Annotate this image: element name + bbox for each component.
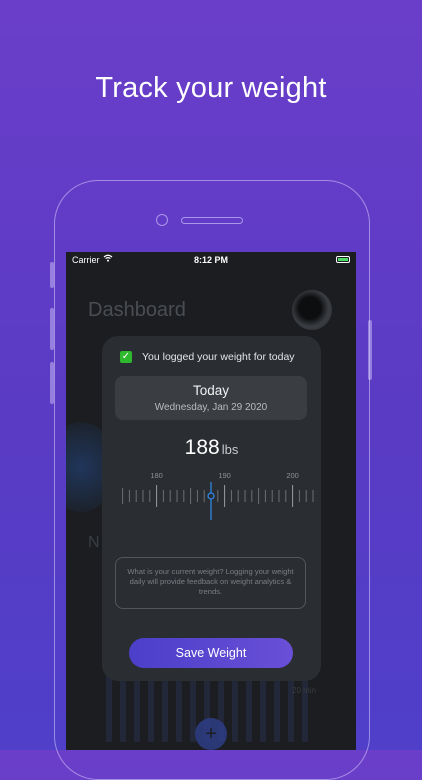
- weight-unit: lbs: [221, 442, 239, 457]
- background-minutes: 20 min: [292, 686, 317, 695]
- ruler-handle[interactable]: [207, 492, 215, 500]
- front-camera: [156, 214, 168, 226]
- mute-switch: [50, 262, 54, 288]
- avatar: [292, 290, 332, 330]
- background-section-letter: N: [88, 534, 100, 551]
- checkmark-icon: ✓: [120, 351, 132, 363]
- confirmation-text: You logged your weight for today: [142, 351, 295, 363]
- save-weight-button[interactable]: Save Weight: [129, 638, 293, 668]
- ruler-label: 180: [150, 471, 163, 480]
- clock: 8:12 PM: [193, 255, 228, 265]
- phone-screen: Carrier 8:12 PM Dashboard N 20 min + ✓ Y…: [66, 252, 356, 750]
- weight-ruler-slider[interactable]: 180 190 200: [102, 458, 321, 528]
- weight-display: 188 lbs: [102, 436, 321, 460]
- battery-icon: [336, 256, 350, 263]
- confirmation-row: ✓ You logged your weight for today: [120, 350, 295, 364]
- headline: Track your weight: [95, 72, 327, 104]
- date-card: Today Wednesday, Jan 29 2020: [115, 376, 307, 420]
- ruler-label: 190: [218, 471, 231, 480]
- status-bar: Carrier 8:12 PM: [66, 252, 356, 268]
- date-subtitle: Wednesday, Jan 29 2020: [154, 402, 268, 413]
- weight-value: 188: [184, 436, 220, 459]
- add-button[interactable]: +: [195, 718, 227, 750]
- volume-down-button: [50, 362, 54, 404]
- power-button: [368, 320, 372, 380]
- date-title: Today: [192, 383, 230, 398]
- volume-up-button: [50, 308, 54, 350]
- ruler-label: 200: [286, 471, 299, 480]
- dashboard-title: Dashboard: [88, 299, 186, 321]
- earpiece-speaker: [181, 217, 243, 224]
- weight-hint: What is your current weight? Logging you…: [115, 557, 306, 609]
- weight-modal: ✓ You logged your weight for today Today…: [102, 336, 321, 681]
